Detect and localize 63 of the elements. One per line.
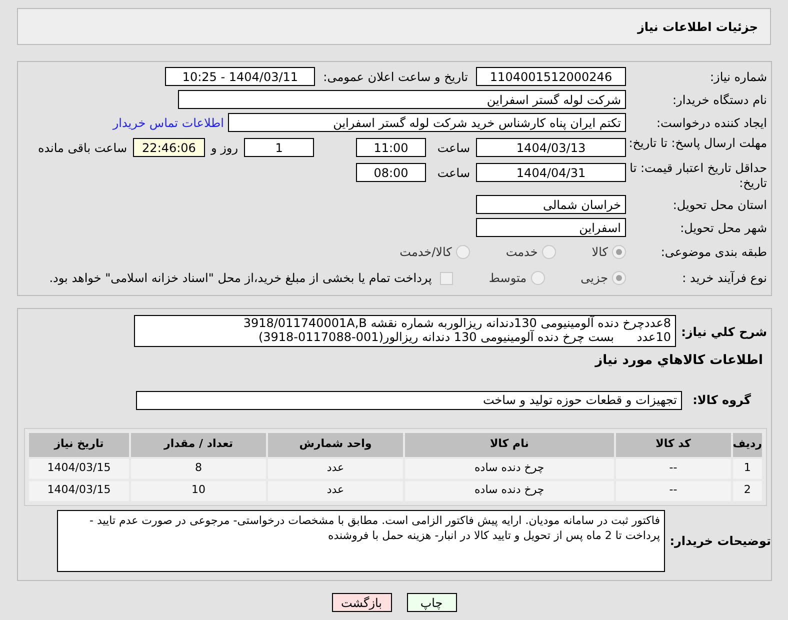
- field-label: ساعت: [436, 140, 470, 156]
- field-label: ایجاد کننده درخواست:: [655, 114, 768, 132]
- column-header: ردیف: [732, 432, 762, 456]
- countdown-field[interactable]: 22:46:06: [133, 138, 205, 157]
- text-field[interactable]: اسفراین: [476, 218, 626, 237]
- text-field[interactable]: تجهیزات و قطعات حوزه تولید و ساخت: [136, 390, 682, 410]
- text-field[interactable]: 08:00: [356, 163, 426, 182]
- column-header: نام کالا: [405, 432, 614, 456]
- text-field[interactable]: 1404/04/31: [476, 163, 626, 182]
- text-field[interactable]: 1104001512000246: [476, 67, 626, 86]
- print-button[interactable]: چاپ: [406, 592, 456, 612]
- table-cell: --: [616, 480, 731, 500]
- field-label: مهلت ارسال پاسخ: تا تاریخ:: [628, 136, 768, 151]
- column-header: کد کالا: [616, 432, 731, 456]
- summary-line: 10عدد بست چرخ دنده آلومینیومی 130 دندانه ریزالور(001-0117088-3918): [257, 330, 671, 344]
- field-label: خدمت: [506, 244, 538, 261]
- table-cell: 8: [131, 458, 266, 478]
- field-label: متوسط: [488, 270, 527, 287]
- field-label: شماره نیاز:: [709, 68, 768, 86]
- field-label: کالا/خدمت: [400, 244, 452, 261]
- text-field[interactable]: 1404/03/13: [476, 138, 626, 157]
- table-cell: چرخ دنده ساده: [405, 480, 614, 500]
- table-cell: 1404/03/15: [29, 480, 129, 500]
- contact-link[interactable]: اطلاعات تماس خریدار: [112, 114, 224, 132]
- text-field[interactable]: تکتم ایران پناه کارشناس خرید شرکت لوله گستر اسفراین: [228, 113, 626, 132]
- field-label: نوع فرآیند خرید :: [681, 270, 768, 287]
- column-header: تاریخ نیاز: [29, 432, 129, 456]
- field-label: نام دستگاه خریدار:: [672, 92, 768, 108]
- table-cell: عدد: [268, 458, 403, 478]
- table-cell: 10: [131, 480, 266, 500]
- summary-line: 8عددچرخ دنده آلومینیومی 130دندانه ریزالوربه شماره نقشه 3918/011740001A,B: [242, 316, 671, 330]
- field-label: تاریخ و ساعت اعلان عمومی:: [323, 68, 468, 86]
- notes-textarea[interactable]: فاکتور ثبت در سامانه مودیان. ارایه پیش فاکتور الزامی است. مطابق با مشخصات درخواستی- مرجوعی در صورت عدم تایید - پرداخت تا 2 ماه پس از تحویل و تایید کالا در انبار- هزینه حمل با فروشنده: [57, 510, 665, 572]
- field-label: جزیی: [580, 270, 608, 287]
- table-cell: عدد: [268, 480, 403, 500]
- table-cell: 1: [732, 458, 762, 478]
- text-field[interactable]: 1: [244, 138, 314, 157]
- table-cell: 1404/03/15: [29, 458, 129, 478]
- field-label: حداقل تاریخ اعتبار قیمت: تا تاریخ:: [628, 161, 768, 191]
- field-label: توضیحات خریدار:: [668, 532, 771, 550]
- back-button[interactable]: بازگشت: [332, 592, 392, 612]
- text-field[interactable]: خراسان شمالی: [476, 195, 626, 214]
- field-label: کالا: [592, 244, 608, 261]
- summary-textarea[interactable]: 8عددچرخ دنده آلومینیومی 130دندانه ریزالوربه شماره نقشه 3918/011740001A,B 10عدد بست چرخ دنده آلومینیومی 130 دندانه ریزالور(001-0117088-3918): [134, 315, 676, 347]
- field-label: طبقه بندی موضوعی:: [660, 244, 768, 261]
- column-header: تعداد / مقدار: [131, 432, 266, 456]
- text-field[interactable]: 11:00: [356, 138, 426, 157]
- table-cell: 2: [732, 480, 762, 500]
- field-label: گروه کالا:: [692, 392, 752, 409]
- field-label: استان محل تحویل:: [672, 196, 768, 214]
- field-label: پرداخت تمام یا بخشی از مبلغ خرید،از محل "اسناد خزانه اسلامی" خواهد بود.: [49, 270, 432, 287]
- table-cell: --: [616, 458, 731, 478]
- field-label: ساعت باقی مانده: [38, 140, 127, 156]
- table-cell: چرخ دنده ساده: [405, 458, 614, 478]
- column-header: واحد شمارش: [268, 432, 403, 456]
- page-title: جزئیات اطلاعات نیاز: [637, 18, 758, 36]
- field-label: روز و: [211, 140, 238, 156]
- field-label: شرح کلي نياز:: [680, 324, 768, 341]
- field-label: شهر محل تحویل:: [679, 220, 768, 236]
- field-label: ساعت: [436, 164, 470, 182]
- section-title: اطلاعات کالاهاي مورد نياز: [594, 352, 764, 370]
- text-field[interactable]: 1404/03/11 - 10:25: [165, 67, 316, 86]
- text-field[interactable]: شرکت لوله گستر اسفراین: [178, 90, 626, 109]
